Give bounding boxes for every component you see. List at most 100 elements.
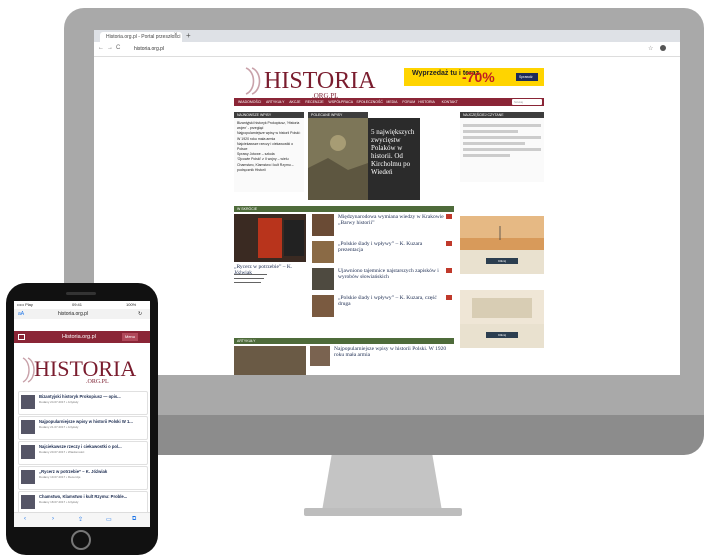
news-article-thumb[interactable] [312, 295, 334, 317]
phone-article-card[interactable]: Bizantyjski historyk Prokopiusz — opis..… [18, 391, 148, 415]
menu-item[interactable]: KONTAKT [442, 100, 458, 104]
carrier-text: ••••• Play [17, 302, 33, 307]
phone-forward-icon[interactable]: › [52, 516, 54, 522]
articles-section: ARTYKUŁY Najpopularniejsze wpisy w histo… [234, 338, 454, 375]
menu-item[interactable]: WSPÓŁPRACA [328, 100, 353, 104]
phone-card-thumb [21, 445, 35, 459]
side-ad-1-button[interactable]: Kliknij [486, 258, 518, 264]
news-article-title[interactable]: Międzynarodowa wymiana wiedzy w Krakowie… [338, 214, 446, 226]
phone-article-card[interactable]: „Rycerz w potrzebie” – K. Jóźwiak Dodany … [18, 466, 148, 490]
share-icon[interactable]: ⇪ [78, 516, 83, 523]
battery-text: 100% [126, 302, 137, 307]
menu-item[interactable]: WIADOMOŚCI [238, 100, 261, 104]
phone-reload-icon[interactable]: ↻ [138, 309, 142, 319]
most-read-item[interactable] [463, 142, 526, 145]
phone-address-bar[interactable]: aA historia.org.pl ↻ [14, 309, 150, 319]
monitor-chin [64, 415, 704, 455]
phone-article-card[interactable]: Najpopularniejsze wpisy w historii Polsk… [18, 416, 148, 440]
back-icon[interactable]: ← [98, 45, 104, 51]
bookmarks-icon[interactable]: ▭ [106, 516, 112, 523]
news-article-title[interactable]: „Polskie ślady i wpływy” – K. Kuzara pre… [338, 241, 446, 253]
comment-icon[interactable] [446, 214, 452, 219]
news-left-desc: ▬▬▬▬▬▬▬▬▬▬▬ ▬▬▬▬▬▬▬▬▬▬ ▬▬▬▬▬▬▬▬▬ [234, 272, 267, 284]
latest-post-item[interactable]: Bizantyjski historyk Prokopiusz, 'Histor… [237, 121, 301, 131]
phone-speaker [66, 292, 96, 295]
most-read-item[interactable] [463, 130, 518, 133]
browser-tab[interactable]: Historia.org.pl - Portal przeszłości [100, 32, 182, 42]
phone-back-icon[interactable]: ‹ [24, 516, 26, 522]
most-read-column: NAJCZĘŚCIEJ CZYTANE [460, 112, 544, 182]
comment-icon[interactable] [446, 268, 452, 273]
latest-post-item[interactable]: Chamstwo, Klamstwo i kult Rzymu – podręc… [237, 163, 301, 173]
desktop-screen: Historia.org.pl - Portal przeszłości × +… [94, 30, 680, 375]
profile-icon[interactable] [660, 45, 666, 51]
news-article-title[interactable]: Ujawniono tajemnice najstarszych zapiskó… [338, 268, 446, 280]
phone-menu-icon[interactable] [18, 334, 25, 340]
phone-card-meta: Dodany 19.07.2017 • Recenzje [39, 475, 81, 479]
news-article-thumb[interactable] [312, 268, 334, 290]
phone-card-meta: Dodany 18.07.2017 • Artykuły [39, 500, 79, 504]
phone-toolbar: ‹ › ⇪ ▭ ⧉ [14, 512, 150, 527]
phone-logo-subtitle: .ORG.PL [86, 379, 109, 385]
news-article-thumb[interactable] [312, 241, 334, 263]
most-read-item[interactable] [463, 136, 541, 139]
latest-post-item[interactable]: Najciekawsze rzeczy i ciekawostki o Pols… [237, 142, 301, 152]
featured-panel[interactable]: 5 największych zwycięstw Polaków w histo… [368, 118, 420, 200]
articles-thumb[interactable] [310, 346, 330, 366]
reload-icon[interactable]: C [116, 45, 120, 51]
search-placeholder: Szukaj [514, 100, 524, 104]
news-section: W SKRÓCIE „Rycerz w potrzebie” – K. Jóźw… [234, 206, 454, 324]
news-article-thumb[interactable] [312, 214, 334, 236]
aa-icon[interactable]: aA [18, 309, 24, 319]
status-time: 09:41 [72, 302, 83, 307]
new-tab-icon[interactable]: + [186, 31, 191, 40]
featured-image[interactable] [308, 118, 368, 200]
articles-section-header: ARTYKUŁY [234, 338, 454, 344]
ad-cta-button[interactable]: Sprawdź [516, 73, 538, 81]
menu-item[interactable]: RECENZJE [305, 100, 323, 104]
news-article-title[interactable]: „Polskie ślady i wpływy” – K. Kuzara, cz… [338, 295, 446, 307]
articles-title[interactable]: Najpopularniejsze wpisy w historii Polsk… [334, 346, 450, 358]
side-ad-2-button[interactable]: Kliknij [486, 332, 518, 338]
menu-item[interactable]: AKCJE [289, 100, 300, 104]
latest-post-item[interactable]: Najpopularniejsze wpisy w historii Polsk… [237, 131, 301, 141]
monitor-base [304, 508, 462, 516]
phone-card-meta: Dodany 24.07.2017 • Artykuły [39, 400, 79, 404]
site-logo[interactable]: HISTORIA [264, 68, 376, 95]
phone-article-card[interactable]: Najciekawsze rzeczy i ciekawostki o pol.… [18, 441, 148, 465]
tabs-icon[interactable]: ⧉ [132, 516, 136, 523]
phone-menu-button[interactable]: Menu [122, 333, 139, 341]
phone-card-thumb [21, 495, 35, 509]
most-read-item[interactable] [463, 148, 541, 151]
most-read-item[interactable] [463, 154, 510, 157]
home-button[interactable] [71, 530, 91, 550]
ad-percent: -70% [462, 69, 495, 85]
comment-icon[interactable] [446, 241, 452, 246]
header-ad-banner[interactable]: Wyprzedaż tu i teraz -70% Sprawdź [404, 68, 544, 86]
phone-status-bar: ••••• Play 09:41 100% [14, 301, 150, 309]
forward-icon[interactable]: → [107, 45, 113, 51]
star-icon[interactable]: ☆ [648, 45, 653, 52]
url-input[interactable]: historia.org.pl [134, 44, 634, 54]
phone-site-name: Historia.org.pl [62, 334, 96, 340]
phone-card-title: Najpopularniejsze wpisy w historii Polsk… [39, 419, 133, 424]
articles-image[interactable] [234, 346, 306, 375]
close-tab-icon[interactable]: × [174, 32, 178, 38]
menu-item[interactable]: HISTORIA [418, 100, 434, 104]
menu-item[interactable]: MEDIA [386, 100, 397, 104]
menu-item[interactable]: SPOŁECZNOŚĆ [356, 100, 382, 104]
phone-card-thumb [21, 395, 35, 409]
phone-card-title: „Rycerz w potrzebie” – K. Jóźwiak [39, 469, 108, 474]
phone-url[interactable]: historia.org.pl [58, 309, 88, 319]
most-read-item[interactable] [463, 124, 541, 127]
menu-item[interactable]: FORUM [402, 100, 415, 104]
menu-item[interactable]: ARTYKUŁY [266, 100, 284, 104]
latest-posts-column: NAJNOWSZE WPISY Bizantyjski historyk Pro… [234, 112, 304, 192]
search-input[interactable]: Szukaj [512, 99, 542, 105]
monitor-stand [322, 455, 442, 511]
news-left-image[interactable] [234, 214, 306, 262]
comment-icon[interactable] [446, 295, 452, 300]
side-ad-1[interactable]: Kliknij [460, 216, 544, 274]
latest-posts-list: Bizantyjski historyk Prokopiusz, 'Histor… [234, 118, 304, 176]
side-ad-2[interactable]: Kliknij [460, 290, 544, 348]
